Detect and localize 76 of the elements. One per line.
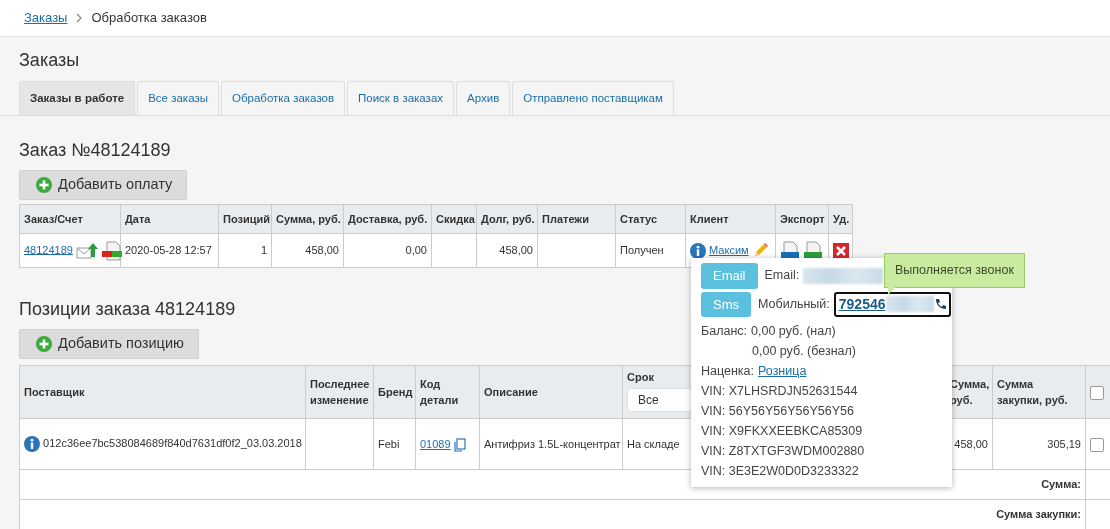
- delete-icon[interactable]: [833, 243, 849, 260]
- checkbox[interactable]: [1090, 437, 1104, 452]
- add-payment-button[interactable]: Добавить оплату: [19, 170, 188, 200]
- column-header: Поставщик: [24, 385, 85, 398]
- date-text: 2020-05-28 12:57: [125, 244, 212, 257]
- section-title: Заказ №48124189: [19, 139, 171, 162]
- vin-text: VIN: X9FKXXEEBKCA85309: [701, 422, 863, 440]
- order-link[interactable]: 48124189: [24, 243, 73, 256]
- column-header: Бренд: [378, 385, 413, 398]
- tooltip-arrow: [888, 285, 898, 296]
- column-header: Дата: [120, 204, 219, 234]
- column-header: Скидка: [431, 204, 477, 234]
- chevron-icon: [75, 13, 84, 23]
- field-label: Наценка:: [701, 362, 755, 380]
- column-header: Доставка, руб.: [343, 204, 432, 234]
- breadcrumb-link[interactable]: Заказы: [24, 8, 68, 28]
- client-link[interactable]: Максим: [709, 243, 749, 256]
- description-text: Антифриз 1.5L-концентрат: [484, 437, 621, 450]
- vin-text: VIN: 3E3E2W0D0D3233322: [701, 462, 859, 480]
- tab[interactable]: Отправлено поставщикам: [512, 81, 674, 116]
- column-header: Статус: [615, 204, 686, 234]
- supplier-text: 012c36ee7bc538084689f840d7631df0f2_03.03.2018: [43, 437, 302, 450]
- column-header: Платежи: [537, 204, 616, 234]
- info-icon: [24, 436, 40, 453]
- column-header: Последнее изменение: [310, 377, 370, 406]
- tab[interactable]: Все заказы: [137, 81, 219, 116]
- column-header: Срок: [627, 369, 655, 385]
- amount-text: 458,00: [499, 244, 533, 257]
- tab[interactable]: Поиск в заказах: [347, 81, 455, 116]
- amount-text: 458,00: [954, 437, 988, 450]
- column-header: Сумма закупки, руб.: [997, 377, 1068, 406]
- vin-text: VIN: X7LHSRDJN52631544: [701, 382, 858, 400]
- amount-text: 305,19: [1047, 437, 1081, 450]
- vin-text: VIN: 56Y56Y56Y56Y56Y56: [701, 402, 854, 420]
- part-code-link[interactable]: 01089: [420, 437, 451, 450]
- phone-icon: [933, 298, 946, 311]
- page-title: Заказы: [19, 49, 81, 71]
- txt-file-icon[interactable]: [780, 240, 800, 261]
- field-label: Мобильный:: [758, 295, 830, 313]
- total-label: Сумма закупки:: [996, 508, 1081, 520]
- status-text: Получен: [620, 244, 664, 257]
- column-header: Заказ/Счет: [19, 204, 121, 234]
- amount-text: 458,00: [305, 244, 339, 257]
- checkbox[interactable]: [1090, 385, 1104, 400]
- phone-link[interactable]: 792546: [833, 291, 951, 317]
- copy-icon[interactable]: [453, 437, 466, 452]
- field-label: Баланс:: [701, 322, 748, 340]
- column-header: Экспорт: [775, 204, 829, 234]
- amount-text: 0,00: [405, 244, 427, 257]
- email-upload-icon[interactable]: [76, 241, 98, 260]
- pdf-xls-icon[interactable]: [101, 240, 124, 261]
- balance-text: 0,00 руб. (безнал): [752, 342, 856, 360]
- plus-icon: [36, 177, 52, 194]
- tab[interactable]: Заказы в работе: [19, 81, 136, 116]
- column-header: Уд.: [828, 204, 853, 234]
- balance-text: 0,00 руб. (нал): [751, 322, 836, 340]
- column-header: Клиент: [685, 204, 776, 234]
- vin-text: VIN: Z8TXTGF3WDM002880: [701, 442, 865, 460]
- breadcrumb-current: Обработка заказов: [91, 9, 207, 28]
- tab[interactable]: Архив: [456, 81, 511, 116]
- column-header: Сумма, руб.: [271, 204, 344, 234]
- total-label: Сумма:: [1041, 478, 1081, 490]
- column-header: Описание: [484, 385, 538, 398]
- field-label: Email:: [764, 267, 800, 285]
- markup-link[interactable]: Розница: [758, 361, 807, 381]
- brand-text: Febi: [378, 437, 400, 450]
- xls-file-icon[interactable]: [803, 240, 824, 261]
- term-text: На складе: [627, 437, 680, 450]
- count-text: 1: [260, 244, 267, 257]
- add-position-button[interactable]: Добавить позицию: [19, 329, 199, 359]
- section-title: Позиции заказа 48124189: [19, 298, 236, 320]
- tab[interactable]: Обработка заказов: [220, 81, 346, 116]
- column-header: Позиций: [218, 204, 272, 234]
- column-header: Долг, руб.: [476, 204, 538, 234]
- column-header: Код детали: [420, 377, 459, 406]
- plus-icon: [36, 335, 52, 352]
